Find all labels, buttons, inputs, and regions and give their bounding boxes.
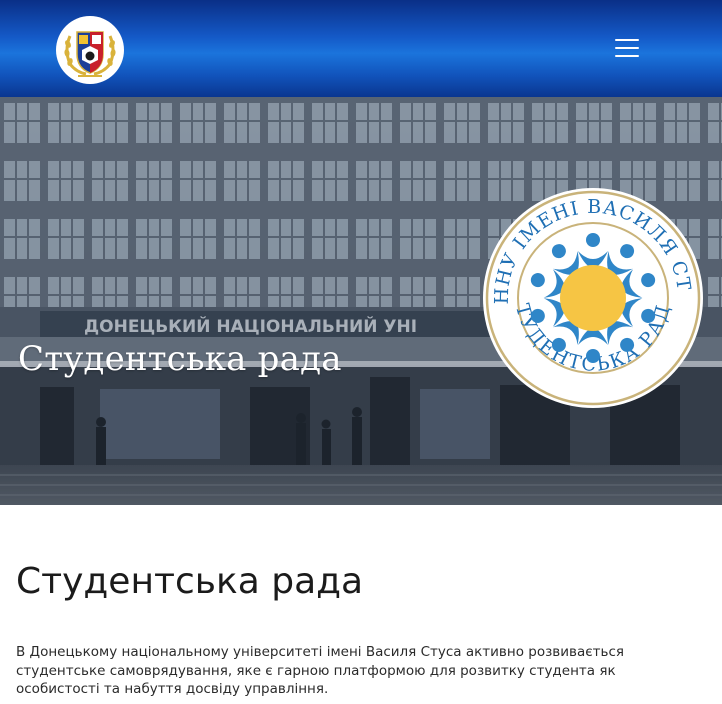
page-title: Студентська рада <box>16 561 364 602</box>
student-council-logo: ДОННУ ІМЕНІ ВАСИЛЯ СТУСА СТУДЕНТСЬКА РАД… <box>480 185 703 408</box>
hero-banner: ДОНЕЦЬКИЙ НАЦІОНАЛЬНИЙ УНІ ННУ ІМЕНІ ВАС… <box>0 97 722 505</box>
menu-bar <box>615 39 639 41</box>
sun-icon <box>560 265 626 331</box>
intro-paragraph: В Донецькому національному університеті … <box>16 644 625 697</box>
hero-title: Студентська рада <box>18 339 342 379</box>
university-logo[interactable] <box>56 16 124 84</box>
site-header <box>0 0 722 97</box>
menu-bar <box>615 47 639 49</box>
university-crest-icon <box>57 17 123 83</box>
hamburger-menu-icon[interactable] <box>615 38 639 58</box>
menu-bar <box>615 55 639 57</box>
